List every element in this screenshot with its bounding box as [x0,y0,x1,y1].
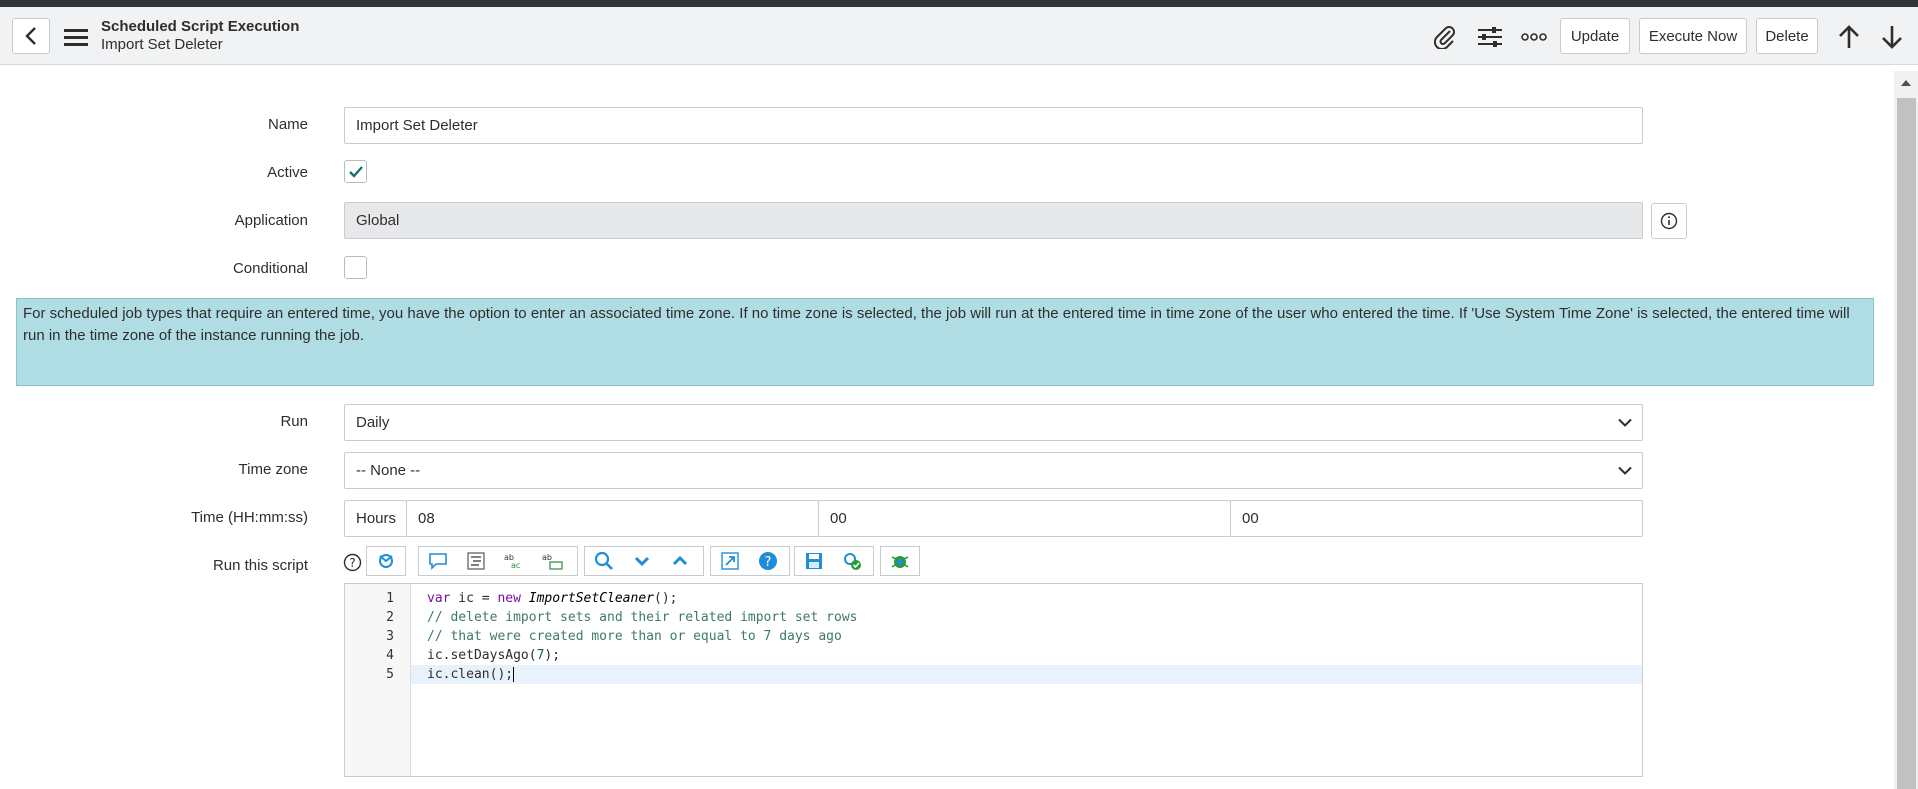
save-icon[interactable] [795,547,833,575]
top-strip [0,0,1918,7]
code-line-5: ic.clean(); [427,667,515,682]
toolbar-group-save [794,546,874,576]
info-icon [1660,212,1678,230]
fullscreen-icon[interactable] [711,547,749,575]
code-token: new [497,591,521,606]
timezone-info-message: For scheduled job types that require an … [16,298,1874,386]
comment-icon[interactable] [419,547,457,575]
search-icon[interactable] [585,547,623,575]
application-label: Application [234,212,308,229]
more-horizontal-icon[interactable] [1520,27,1548,47]
script-label: Run this script [212,557,308,574]
name-input[interactable]: Import Set Deleter [344,107,1643,144]
sliders-icon[interactable] [1476,24,1504,50]
editor-gutter: 1 2 3 4 5 [345,584,411,776]
svg-text:?: ? [765,555,772,570]
hours-addon: Hours [344,500,407,537]
execute-now-button[interactable]: Execute Now [1639,18,1747,54]
minutes-input[interactable]: 00 [818,500,1231,537]
replace-icon[interactable]: ab ac [495,547,533,575]
chevron-down-icon [1618,466,1632,475]
text-cursor [513,667,515,682]
chevron-down-icon [1618,418,1632,427]
code-line-4: ic.setDaysAgo(7); [427,648,560,663]
code-token: ImportSetCleaner [528,591,654,606]
scroll-up-icon[interactable] [1898,76,1914,90]
svg-text:?: ? [349,556,355,570]
code-token: ic.clean(); [427,667,514,682]
run-label: Run [280,413,308,430]
debug-icon[interactable] [881,547,919,575]
chevron-left-icon [25,27,36,45]
toolbar-group-debug [880,546,920,576]
timezone-select[interactable]: -- None -- [344,452,1643,489]
toolbar-group-search [584,546,704,576]
code-token: ic = [450,591,498,606]
help-icon[interactable]: ? [342,552,362,572]
code-token: (); [654,591,678,606]
script-check-icon[interactable] [833,547,871,575]
find-previous-icon[interactable] [661,547,699,575]
timezone-label: Time zone [238,461,308,478]
run-select[interactable]: Daily [344,404,1643,441]
format-code-icon[interactable] [457,547,495,575]
replace-all-icon[interactable]: ab [533,547,571,575]
toolbar-group-format: ab ac ab [418,546,578,576]
hamburger-icon[interactable] [63,25,89,49]
code-token: ); [544,648,561,663]
run-select-value: Daily [356,414,390,431]
checkmark-icon [348,165,363,178]
svg-text:ac: ac [511,561,520,570]
code-line-2: // delete import sets and their related … [427,610,858,625]
line-number: 5 [386,667,394,682]
toolbar-group-toggle [366,546,406,576]
form-title: Scheduled Script Execution [101,18,300,35]
conditional-checkbox[interactable] [344,256,367,279]
application-field: Global [344,202,1643,239]
hours-input[interactable]: 08 [406,500,819,537]
form-subtitle: Import Set Deleter [101,36,223,53]
line-number: 2 [386,610,394,625]
code-line-1: var ic = new ImportSetCleaner(); [427,591,677,606]
active-label: Active [267,164,308,181]
code-token: var [427,591,451,606]
active-checkbox[interactable] [344,160,367,183]
application-info-button[interactable] [1651,203,1687,239]
script-editor[interactable]: 1 2 3 4 5 var ic = new ImportSetCleaner(… [344,583,1643,777]
svg-text:ab: ab [542,553,552,562]
line-number: 4 [386,648,394,663]
find-next-icon[interactable] [623,547,661,575]
scrollbar-thumb[interactable] [1897,98,1916,789]
arrow-down-icon[interactable] [1879,23,1905,51]
time-label: Time (HH:mm:ss) [191,509,308,526]
line-number: 3 [386,629,394,644]
form-header: Scheduled Script Execution Import Set De… [0,7,1918,65]
delete-button[interactable]: Delete [1756,18,1818,54]
update-button[interactable]: Update [1560,18,1630,54]
back-button[interactable] [12,18,50,54]
line-number: 1 [386,591,394,606]
seconds-input[interactable]: 00 [1230,500,1643,537]
toggle-syntax-icon[interactable] [367,547,405,575]
code-line-3: // that were created more than or equal … [427,629,842,644]
toolbar-group-help: ? [710,546,790,576]
name-label: Name [267,116,308,133]
paperclip-icon[interactable] [1432,24,1458,50]
code-token: ic.setDaysAgo( [427,648,537,663]
active-line-highlight [411,665,1642,684]
timezone-select-value: -- None -- [356,462,421,479]
arrow-up-icon[interactable] [1836,23,1862,51]
script-help-icon[interactable]: ? [749,547,787,575]
conditional-label: Conditional [232,260,308,277]
